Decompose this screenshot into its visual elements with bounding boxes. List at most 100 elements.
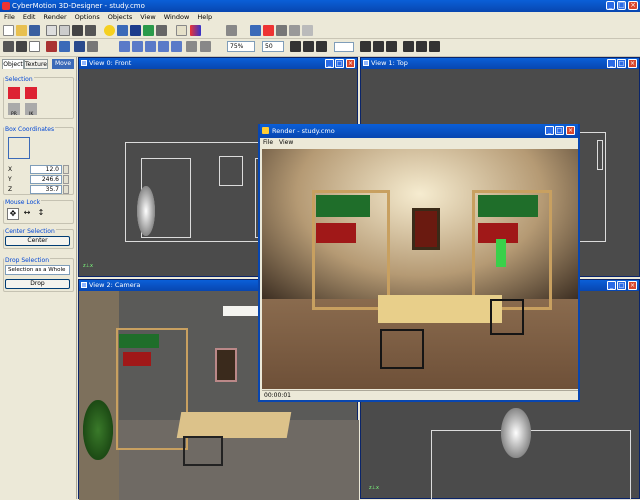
material-icon[interactable] [130,25,141,36]
menu-file[interactable]: File [0,12,19,23]
minimize-icon[interactable]: _ [606,1,615,10]
maximize-icon[interactable]: □ [617,1,626,10]
tool-icon[interactable] [289,25,300,36]
frame-icon[interactable] [29,41,40,52]
render-camera-icon[interactable] [72,25,83,36]
drop-button[interactable]: Drop [5,279,70,289]
path-icon[interactable] [87,41,98,52]
play-icon[interactable] [403,41,414,52]
settings-icon[interactable] [85,25,96,36]
forward-icon[interactable] [360,41,371,52]
stop-icon[interactable] [416,41,427,52]
z-label: Z [8,186,13,193]
tab-texture[interactable]: Texture [24,59,48,69]
arrows-icon[interactable] [302,25,313,36]
object-icon[interactable] [156,25,167,36]
view-front-icon[interactable] [132,41,143,52]
step-select[interactable]: 50 [262,41,284,52]
side-wireframe-plant [501,408,531,458]
vertical-lock-icon[interactable]: ↕ [35,208,47,220]
menu-view[interactable]: View [136,12,159,23]
save-disk-icon[interactable] [29,25,40,36]
landscape-icon[interactable] [143,25,154,36]
z-spinner[interactable] [63,185,69,194]
minimize-icon[interactable]: _ [607,59,616,68]
tab-object[interactable]: Object [2,59,24,69]
new-file-icon[interactable] [3,25,14,36]
maximize-icon[interactable]: □ [555,126,564,135]
loop-icon[interactable] [429,41,440,52]
animation-icon[interactable] [46,41,57,52]
maximize-icon[interactable]: □ [617,281,626,290]
render-picture [412,208,440,250]
select-group-icon[interactable] [25,87,37,99]
menu-options[interactable]: Options [71,12,104,23]
open-folder-icon[interactable] [16,25,27,36]
horizontal-lock-icon[interactable]: ↔ [21,208,33,220]
menu-objects[interactable]: Objects [104,12,137,23]
objects-icon[interactable] [59,41,70,52]
light-icon[interactable] [104,25,115,36]
viewport-top-title: View 1: Top [371,59,408,67]
copy-icon[interactable] [59,25,70,36]
view-top-icon[interactable] [119,41,130,52]
view-all-icon[interactable] [171,41,182,52]
close-icon[interactable]: × [628,281,637,290]
move-all-icon[interactable]: ✥ [7,208,19,220]
grid-icon[interactable] [176,25,187,36]
drop-mode-select[interactable]: Selection as a Whole [5,265,70,275]
undo-icon[interactable] [186,41,197,52]
render-menu-file[interactable]: File [260,139,276,146]
maximize-icon[interactable]: □ [617,59,626,68]
palette-icon[interactable] [190,25,201,36]
close-icon[interactable]: × [566,126,575,135]
cube-icon[interactable] [117,25,128,36]
close-icon[interactable]: × [346,59,355,68]
axis-label: z⊥x [369,485,379,491]
render-window[interactable]: Render - study.cmo _ □ × File View 00:00:… [258,124,580,402]
filter-icon[interactable] [276,25,287,36]
zoom-select[interactable]: 75% [227,41,255,52]
first-frame-icon[interactable] [290,41,301,52]
redo-icon[interactable] [200,41,211,52]
z-field[interactable]: 35.7 [30,185,62,194]
frame-input[interactable] [334,42,354,52]
sphere-icon[interactable] [263,25,274,36]
camera-left-wall [79,291,119,500]
scene-icon[interactable] [3,41,14,52]
last-frame-icon[interactable] [386,41,397,52]
viewport-icon[interactable] [16,41,27,52]
menu-help[interactable]: Help [193,12,216,23]
camera-books-green [119,334,159,348]
menu-render[interactable]: Render [39,12,70,23]
y-spinner[interactable] [63,175,69,184]
render-menu-bar: File View [260,138,578,148]
center-button[interactable]: Center [5,236,70,246]
help-icon[interactable] [250,25,261,36]
minimize-icon[interactable]: _ [607,281,616,290]
prev-key-icon[interactable] [303,41,314,52]
maximize-icon[interactable]: □ [335,59,344,68]
x-field[interactable]: 12.0 [30,165,62,174]
select-object-icon[interactable] [8,87,20,99]
camera-plant [83,400,113,460]
minimize-icon[interactable]: _ [545,126,554,135]
tab-move[interactable]: Move [52,59,74,69]
view-side-icon[interactable] [145,41,156,52]
cut-icon[interactable] [46,25,57,36]
menu-edit[interactable]: Edit [19,12,40,23]
x-spinner[interactable] [63,165,69,174]
close-icon[interactable]: × [628,1,638,10]
next-key-icon[interactable] [373,41,384,52]
render-menu-view[interactable]: View [276,139,296,146]
close-icon[interactable]: × [628,59,637,68]
view-camera-icon[interactable] [158,41,169,52]
rewind-icon[interactable] [316,41,327,52]
menu-window[interactable]: Window [160,12,194,23]
y-field[interactable]: 246.6 [30,175,62,184]
menu-bar: File Edit Render Options Objects View Window He… [0,12,640,23]
tools-icon[interactable] [226,25,237,36]
viewport-front-titlebar: View 0: Front _ □ × [79,58,357,69]
group-icon[interactable] [74,41,85,52]
minimize-icon[interactable]: _ [325,59,334,68]
